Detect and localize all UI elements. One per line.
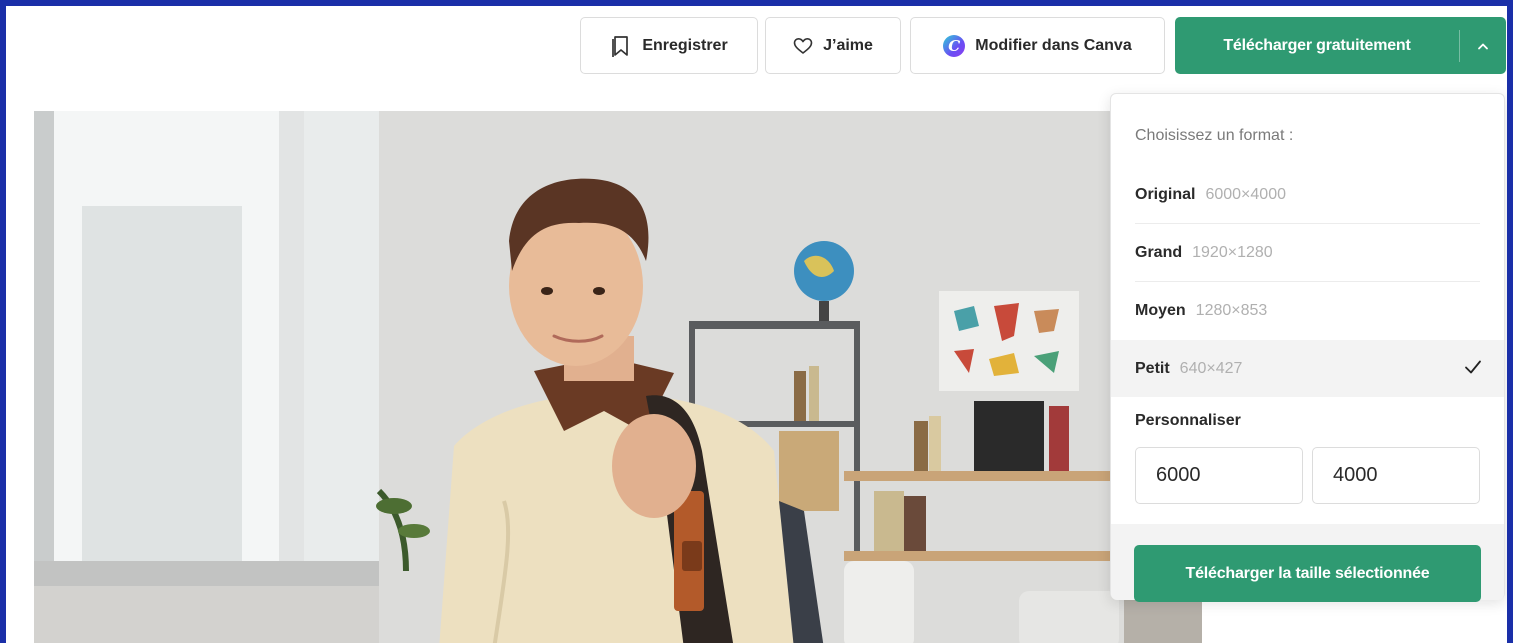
download-free-button[interactable]: Télécharger gratuitement — [1175, 17, 1459, 74]
format-option-moyen[interactable]: Moyen 1280×853 — [1111, 282, 1504, 339]
checkmark-icon — [1465, 360, 1481, 374]
edit-in-canva-button[interactable]: C Modifier dans Canva — [910, 17, 1165, 74]
format-size: 1920×1280 — [1192, 243, 1273, 261]
like-label: J’aime — [823, 36, 873, 54]
format-name: Moyen — [1135, 301, 1186, 319]
format-size: 6000×4000 — [1205, 185, 1286, 203]
heart-icon — [793, 37, 813, 54]
format-option-original[interactable]: Original 6000×4000 — [1111, 166, 1504, 223]
download-selected-label: Télécharger la taille sélectionnée — [1185, 564, 1430, 582]
save-label: Enregistrer — [642, 36, 728, 54]
canva-label: Modifier dans Canva — [975, 36, 1132, 54]
save-button[interactable]: Enregistrer — [580, 17, 758, 74]
photo-preview[interactable] — [34, 111, 1202, 643]
download-free-button-group: Télécharger gratuitement — [1175, 17, 1506, 74]
format-option-petit[interactable]: Petit 640×427 — [1111, 340, 1504, 397]
format-dropdown-title: Choisissez un format : — [1135, 127, 1294, 144]
download-free-label: Télécharger gratuitement — [1223, 36, 1411, 54]
format-option-grand[interactable]: Grand 1920×1280 — [1111, 224, 1504, 281]
chevron-up-icon — [1478, 43, 1488, 49]
format-size: 640×427 — [1179, 359, 1243, 377]
like-button[interactable]: J’aime — [765, 17, 901, 74]
custom-width-input[interactable] — [1135, 447, 1303, 504]
custom-height-input[interactable] — [1312, 447, 1480, 504]
custom-size-label: Personnaliser — [1135, 412, 1241, 429]
photo-illustration — [34, 111, 1202, 643]
format-name: Original — [1135, 185, 1196, 203]
download-options-toggle[interactable] — [1460, 17, 1506, 74]
canva-logo-icon: C — [943, 34, 966, 57]
page: Enregistrer J’aime C Modifier dans Canva… — [6, 6, 1507, 643]
format-name: Petit — [1135, 359, 1170, 377]
bookmark-icon — [612, 35, 629, 57]
format-dropdown: Choisissez un format : Original 6000×400… — [1110, 93, 1505, 600]
format-name: Grand — [1135, 243, 1183, 261]
download-selected-size-button[interactable]: Télécharger la taille sélectionnée — [1134, 545, 1481, 602]
format-size: 1280×853 — [1195, 301, 1268, 319]
